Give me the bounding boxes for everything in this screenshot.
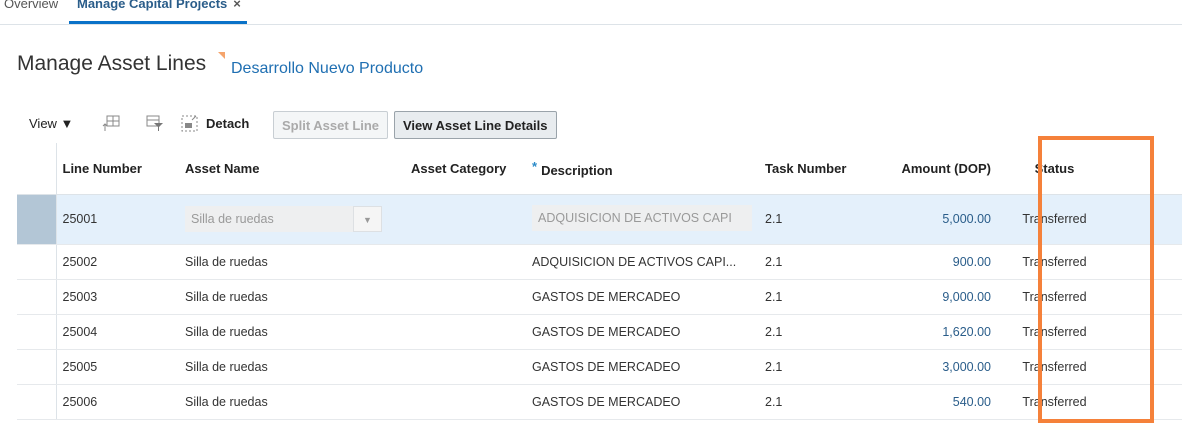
line-number: 25002 xyxy=(56,244,179,280)
row-header-column xyxy=(17,143,57,195)
asset-category xyxy=(411,194,532,245)
amount[interactable]: 3,000.00 xyxy=(870,349,997,385)
asset-name: Silla de ruedas xyxy=(185,394,268,409)
asset-name: Silla de ruedas xyxy=(185,289,268,304)
description: GASTOS DE MERCADEO xyxy=(532,324,681,339)
task-number: 2.1 xyxy=(765,279,870,315)
asset-name: Silla de ruedas xyxy=(185,359,268,374)
required-icon: * xyxy=(532,158,538,174)
line-number: 25005 xyxy=(56,349,179,385)
amount[interactable]: 5,000.00 xyxy=(870,194,997,245)
freeze-columns-icon[interactable] xyxy=(102,114,120,132)
col-description[interactable]: * Description xyxy=(532,143,765,195)
tab-bar: Overview Manage Capital Projects × xyxy=(0,0,1182,25)
line-number: 25003 xyxy=(56,279,179,315)
asset-category xyxy=(411,244,532,280)
table-row[interactable]: 25004 Silla de ruedas GASTOS DE MERCADEO… xyxy=(17,314,1182,350)
table-row[interactable]: 25002 Silla de ruedas ADQUISICION DE ACT… xyxy=(17,244,1182,280)
task-number: 2.1 xyxy=(765,194,870,245)
task-number: 2.1 xyxy=(765,384,870,420)
chevron-down-icon[interactable]: ▼ xyxy=(353,206,382,232)
view-asset-line-details-button[interactable]: View Asset Line Details xyxy=(394,111,557,139)
view-menu[interactable]: View ▼ xyxy=(29,116,73,131)
col-line-number[interactable]: Line Number xyxy=(56,143,179,195)
task-number: 2.1 xyxy=(765,244,870,280)
table-header: Line Number Asset Name Asset Category * D… xyxy=(17,143,1182,195)
asset-category xyxy=(411,384,532,420)
row-header[interactable] xyxy=(17,279,57,315)
asset-name: Silla de ruedas xyxy=(185,254,268,269)
close-icon[interactable]: × xyxy=(233,0,241,11)
project-link[interactable]: Desarrollo Nuevo Producto xyxy=(231,60,423,78)
row-header[interactable] xyxy=(17,314,57,350)
page-title: Manage Asset Lines xyxy=(17,52,207,75)
task-number: 2.1 xyxy=(765,349,870,385)
tab-manage-capital-projects[interactable]: Manage Capital Projects × xyxy=(69,0,247,24)
flag-icon xyxy=(218,52,225,59)
tab-overview[interactable]: Overview xyxy=(4,0,58,11)
asset-category xyxy=(411,314,532,350)
description: GASTOS DE MERCADEO xyxy=(532,289,681,304)
description: GASTOS DE MERCADEO xyxy=(532,359,681,374)
col-amount[interactable]: Amount (DOP) xyxy=(870,143,997,195)
table-row[interactable]: 25003 Silla de ruedas GASTOS DE MERCADEO… xyxy=(17,279,1182,315)
description: ADQUISICION DE ACTIVOS CAPI... xyxy=(532,254,737,269)
table-row[interactable]: 25006 Silla de ruedas GASTOS DE MERCADEO… xyxy=(17,384,1182,420)
row-header[interactable] xyxy=(17,194,57,245)
line-number: 25001 xyxy=(56,194,179,245)
col-label: Description xyxy=(541,162,613,178)
asset-lines-table: Line Number Asset Name Asset Category * D… xyxy=(17,143,1182,420)
table-row[interactable]: 25001 Silla de ruedas ▼ ADQUISICION DE AC… xyxy=(17,194,1182,245)
description: GASTOS DE MERCADEO xyxy=(532,394,681,409)
row-header[interactable] xyxy=(17,244,57,280)
amount[interactable]: 9,000.00 xyxy=(870,279,997,315)
col-task-number[interactable]: Task Number xyxy=(765,143,870,195)
description-input[interactable]: ADQUISICION DE ACTIVOS CAPI xyxy=(532,204,752,231)
amount[interactable]: 540.00 xyxy=(870,384,997,420)
status-highlight-box xyxy=(1038,136,1154,423)
line-number: 25004 xyxy=(56,314,179,350)
detach-button[interactable]: Detach xyxy=(206,116,249,131)
split-asset-line-button[interactable]: Split Asset Line xyxy=(273,111,389,139)
row-header[interactable] xyxy=(17,349,57,385)
asset-category xyxy=(411,279,532,315)
tab-label: Manage Capital Projects xyxy=(77,0,228,11)
col-asset-name[interactable]: Asset Name xyxy=(179,143,411,195)
asset-name-input[interactable]: Silla de ruedas xyxy=(185,206,353,232)
filter-icon[interactable] xyxy=(146,114,164,132)
amount[interactable]: 900.00 xyxy=(870,244,997,280)
detach-icon[interactable] xyxy=(181,114,199,132)
table-row[interactable]: 25005 Silla de ruedas GASTOS DE MERCADEO… xyxy=(17,349,1182,385)
asset-category xyxy=(411,349,532,385)
line-number: 25006 xyxy=(56,384,179,420)
asset-name: Silla de ruedas xyxy=(185,324,268,339)
col-asset-category[interactable]: Asset Category xyxy=(411,143,532,195)
task-number: 2.1 xyxy=(765,314,870,350)
amount[interactable]: 1,620.00 xyxy=(870,314,997,350)
row-header[interactable] xyxy=(17,384,57,420)
